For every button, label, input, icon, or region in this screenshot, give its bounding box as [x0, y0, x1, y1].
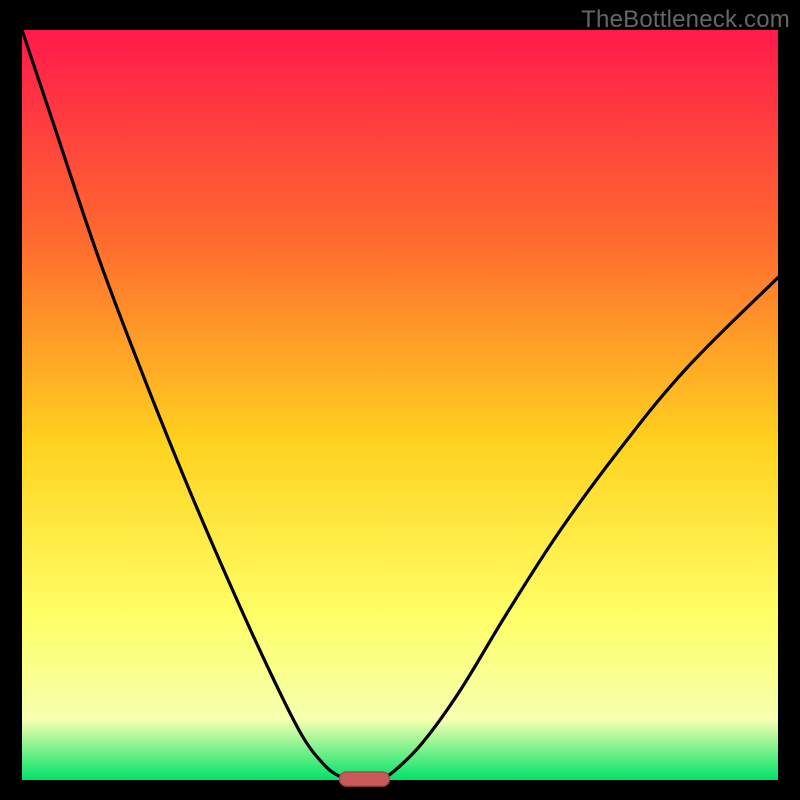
plot-background	[22, 30, 778, 780]
watermark-text: TheBottleneck.com	[581, 6, 790, 34]
optimal-marker	[340, 772, 390, 786]
chart-svg	[0, 0, 800, 800]
chart-frame: TheBottleneck.com	[0, 0, 800, 800]
